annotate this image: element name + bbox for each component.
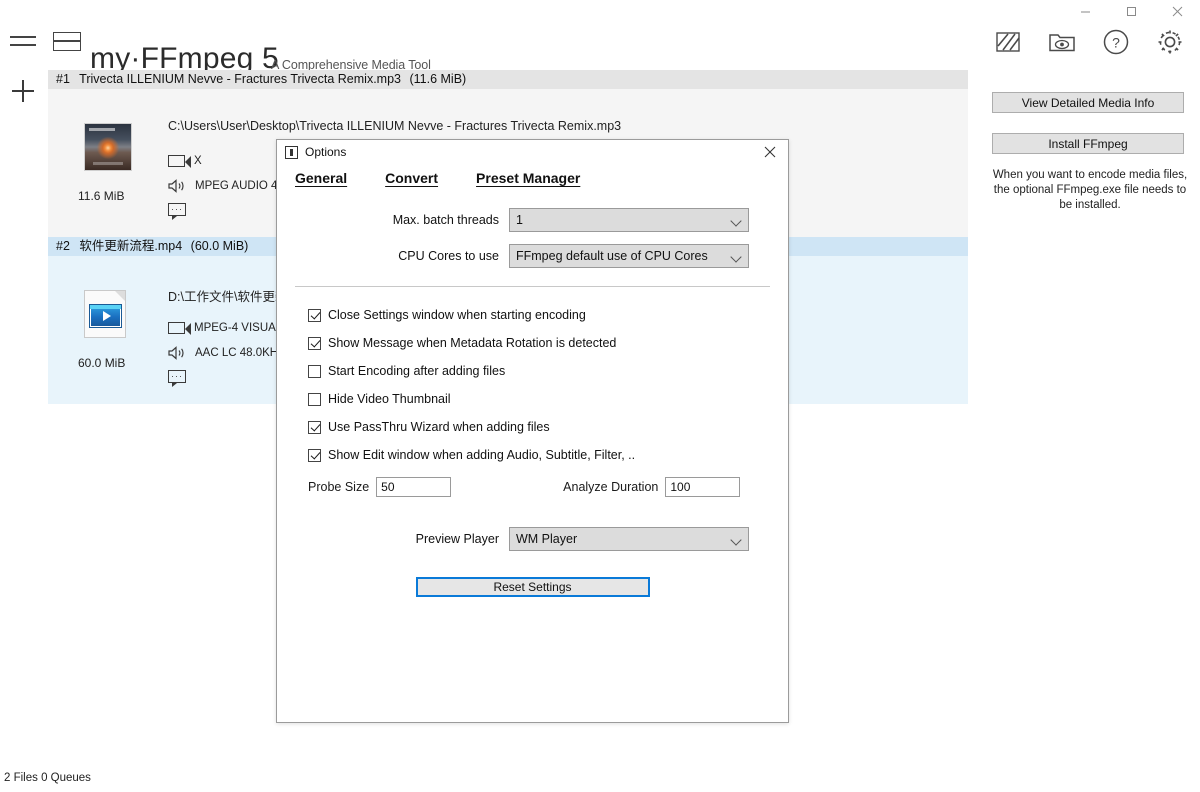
subtitle-icon: ···	[168, 370, 186, 383]
chevron-down-icon	[730, 534, 741, 545]
audio-stream-row[interactable]: AAC LC 48.0KHZ	[168, 346, 285, 360]
checkbox-passthru-wizard[interactable]: Use PassThru Wizard when adding files	[308, 413, 788, 441]
tab-convert[interactable]: Convert	[385, 170, 438, 186]
checkbox-show-edit-window[interactable]: Show Edit window when adding Audio, Subt…	[308, 441, 788, 469]
file-size-label: 11.6 MiB	[78, 189, 124, 203]
file-size-header: (11.6 MiB)	[409, 72, 466, 86]
cpu-cores-select[interactable]: FFmpeg default use of CPU Cores	[509, 244, 749, 268]
reset-button-wrap: Reset Settings	[277, 577, 788, 597]
video-icon	[168, 322, 185, 334]
app-window: my·FFmpeg 5 A Comprehensive Media Tool ?	[0, 0, 1200, 792]
subtitle-stream-row[interactable]: ···	[168, 203, 195, 216]
file-size-header: (60.0 MiB)	[191, 239, 249, 253]
video-file-thumbnail[interactable]	[84, 290, 132, 338]
probe-size-label: Probe Size	[308, 480, 369, 494]
checkbox-label: Start Encoding after adding files	[328, 364, 505, 378]
dialog-title-bar: Options	[277, 140, 788, 164]
checkbox-start-encoding[interactable]: Start Encoding after adding files	[308, 357, 788, 385]
video-stream-row[interactable]: X	[168, 155, 202, 167]
preview-player-row: Preview Player WM Player	[277, 527, 788, 551]
checkbox-hide-thumbnail[interactable]: Hide Video Thumbnail	[308, 385, 788, 413]
dialog-close-button[interactable]	[756, 140, 784, 164]
max-batch-threads-row: Max. batch threads 1	[277, 208, 788, 232]
checkbox-label: Hide Video Thumbnail	[328, 392, 451, 406]
preview-player-value: WM Player	[516, 532, 577, 546]
reset-settings-button[interactable]: Reset Settings	[416, 577, 650, 597]
checkbox-box	[308, 337, 321, 350]
install-ffmpeg-button[interactable]: Install FFmpeg	[992, 133, 1184, 154]
analyze-duration-label: Analyze Duration	[563, 480, 658, 494]
tab-general[interactable]: General	[295, 170, 347, 186]
checkbox-label: Close Settings window when starting enco…	[328, 308, 586, 322]
cpu-cores-value: FFmpeg default use of CPU Cores	[516, 249, 708, 263]
status-bar: 2 Files 0 Queues	[4, 772, 91, 784]
file-size-label: 60.0 MiB	[78, 356, 125, 370]
audio-stream-label: AAC LC 48.0KHZ	[195, 347, 285, 359]
tab-preset-manager[interactable]: Preset Manager	[476, 170, 580, 186]
hamburger-icon[interactable]	[10, 32, 36, 50]
maximize-button[interactable]	[1108, 0, 1154, 22]
checkbox-group: Close Settings window when starting enco…	[308, 301, 788, 469]
close-button[interactable]	[1154, 0, 1200, 22]
checkbox-label: Use PassThru Wizard when adding files	[328, 420, 550, 434]
hatch-pattern-icon[interactable]	[990, 24, 1026, 60]
checkbox-metadata-rotation[interactable]: Show Message when Metadata Rotation is d…	[308, 329, 788, 357]
checkbox-close-settings[interactable]: Close Settings window when starting enco…	[308, 301, 788, 329]
help-icon[interactable]: ?	[1098, 24, 1134, 60]
chevron-down-icon	[730, 251, 741, 262]
subtitle-icon: ···	[168, 203, 186, 216]
minimize-button[interactable]	[1062, 0, 1108, 22]
file-index: #1	[56, 72, 70, 86]
view-detailed-media-info-button[interactable]: View Detailed Media Info	[992, 92, 1184, 113]
svg-text:?: ?	[1112, 35, 1120, 51]
file-path: C:\Users\User\Desktop\Trivecta ILLENIUM …	[168, 119, 621, 133]
gear-icon[interactable]	[1152, 24, 1188, 60]
checkbox-box	[308, 309, 321, 322]
video-icon	[168, 155, 185, 167]
max-batch-threads-value: 1	[516, 213, 523, 227]
audio-icon	[168, 346, 186, 360]
folder-eye-icon[interactable]	[1044, 24, 1080, 60]
audio-icon	[168, 179, 186, 193]
checkbox-box	[308, 365, 321, 378]
file-name: 软件更新流程.mp4	[79, 239, 182, 253]
checkbox-box	[308, 421, 321, 434]
checkbox-box	[308, 393, 321, 406]
preview-player-select[interactable]: WM Player	[509, 527, 749, 551]
add-files-icon[interactable]	[12, 80, 34, 102]
checkbox-box	[308, 449, 321, 462]
dialog-body: Max. batch threads 1 CPU Cores to use FF…	[277, 208, 788, 597]
file-header: #1 Trivecta ILLENIUM Nevve - Fractures T…	[48, 70, 968, 89]
probe-analyze-row: Probe Size 50 Analyze Duration 100	[277, 477, 788, 497]
probe-size-input[interactable]: 50	[376, 477, 451, 497]
analyze-duration-input[interactable]: 100	[665, 477, 740, 497]
toolbar-icons: ?	[990, 24, 1188, 60]
cpu-cores-row: CPU Cores to use FFmpeg default use of C…	[277, 244, 788, 268]
right-panel: View Detailed Media Info Install FFmpeg …	[992, 92, 1188, 213]
chevron-down-icon	[730, 215, 741, 226]
file-index: #2	[56, 239, 70, 253]
max-batch-threads-select[interactable]: 1	[509, 208, 749, 232]
file-name: Trivecta ILLENIUM Nevve - Fractures Triv…	[79, 72, 401, 86]
preview-player-label: Preview Player	[277, 532, 509, 546]
options-dialog: Options General Convert Preset Manager M…	[276, 139, 789, 723]
max-batch-threads-label: Max. batch threads	[277, 213, 509, 227]
checkbox-label: Show Message when Metadata Rotation is d…	[328, 336, 616, 350]
ffmpeg-note: When you want to encode media files, the…	[992, 168, 1188, 213]
checkbox-label: Show Edit window when adding Audio, Subt…	[328, 448, 635, 462]
cpu-cores-label: CPU Cores to use	[277, 249, 509, 263]
dialog-tabs: General Convert Preset Manager	[277, 164, 788, 186]
dialog-title: Options	[305, 145, 346, 159]
options-icon	[285, 146, 298, 159]
window-controls	[1062, 0, 1200, 22]
album-art-thumbnail[interactable]	[84, 123, 132, 171]
video-stream-label: X	[194, 155, 202, 167]
divider	[295, 286, 770, 287]
list-view-icon[interactable]	[53, 32, 81, 51]
subtitle-stream-row[interactable]: ···	[168, 370, 195, 383]
